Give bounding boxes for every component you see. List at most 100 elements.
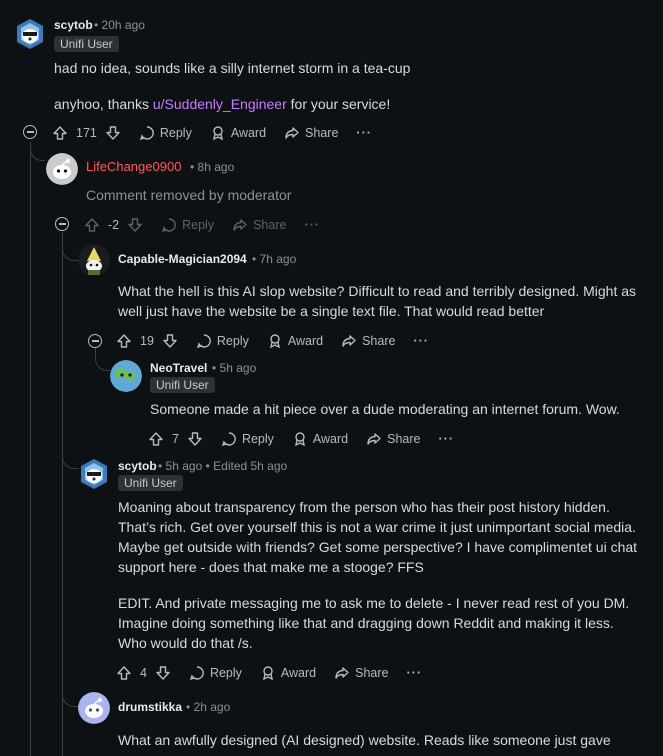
collapse-button[interactable]: [55, 217, 69, 231]
reply-button[interactable]: Reply: [161, 217, 214, 233]
reply-button[interactable]: Reply: [196, 333, 249, 349]
default-snoo-icon: [78, 692, 110, 724]
avatar[interactable]: [78, 458, 110, 490]
comment-paragraph: anyhoo, thanks u/Suddenly_Engineer for y…: [54, 96, 391, 112]
thread-line-root: [30, 142, 31, 756]
thread-connector: [95, 348, 110, 371]
comment-username[interactable]: LifeChange0900: [86, 159, 181, 174]
award-icon: [294, 432, 305, 447]
separator: •: [94, 18, 99, 32]
comment-username[interactable]: drumstikka: [118, 700, 182, 714]
comment-paragraph: EDIT. And private messaging me to ask me…: [118, 595, 630, 651]
avatar[interactable]: [78, 244, 110, 276]
share-icon: [367, 433, 381, 445]
comment-paragraph: had no idea, sounds like a silly interne…: [54, 60, 411, 76]
share-button[interactable]: Share: [341, 333, 395, 349]
vote-group: 19: [116, 333, 178, 349]
award-button[interactable]: Award: [267, 333, 323, 349]
more-options-button[interactable]: ···: [356, 126, 372, 140]
snoo-avatar-icon: [17, 19, 43, 49]
share-icon: [335, 667, 349, 679]
comment-actions: 171 Reply Award Share ···: [52, 121, 372, 145]
award-icon: [269, 334, 280, 349]
thread-line-l1: [62, 232, 63, 756]
comment-actions: 19 Reply Award Share ···: [116, 329, 429, 353]
downvote-icon[interactable]: [162, 333, 178, 349]
reply-button[interactable]: Reply: [139, 125, 192, 141]
comment-time[interactable]: 7h ago: [260, 252, 297, 266]
thread-connector: [62, 232, 79, 261]
comment-body: What the hell is this AI slop website? D…: [118, 283, 637, 319]
share-icon: [342, 335, 356, 347]
vote-group: 171: [52, 125, 121, 141]
user-flair: Unifi User: [54, 36, 119, 52]
comment-meta: • 8h ago: [190, 160, 234, 174]
user-flair: Unifi User: [150, 377, 215, 393]
vote-group: 4: [116, 665, 171, 681]
upvote-icon[interactable]: [116, 333, 132, 349]
comment-username[interactable]: scytob: [118, 459, 157, 473]
comment-icon: [221, 432, 236, 447]
vote-score: 19: [140, 334, 154, 348]
separator: •: [190, 160, 195, 174]
comment-actions: -2 Reply Share ···: [84, 213, 320, 237]
more-options-button[interactable]: ···: [413, 334, 429, 348]
comment-meta: • 7h ago: [252, 252, 296, 266]
more-options-button[interactable]: ···: [407, 666, 423, 680]
comment-icon: [139, 126, 154, 141]
more-options-button[interactable]: ···: [304, 218, 320, 232]
award-icon: [212, 126, 223, 141]
downvote-icon[interactable]: [155, 665, 171, 681]
award-button[interactable]: Award: [210, 125, 266, 141]
comment-time[interactable]: 2h ago: [194, 700, 231, 714]
separator: •: [252, 252, 257, 266]
comment-username[interactable]: scytob: [54, 18, 93, 32]
vote-score: 4: [140, 666, 147, 680]
comment-body: What an awfully designed (AI designed) w…: [118, 732, 611, 748]
upvote-icon[interactable]: [148, 431, 164, 447]
avatar[interactable]: [78, 692, 110, 724]
thread-connector: [62, 448, 79, 469]
comment-username[interactable]: Capable-Magician2094: [118, 252, 247, 266]
comment-username[interactable]: NeoTravel: [150, 361, 207, 375]
share-button[interactable]: Share: [284, 125, 338, 141]
comment-paragraph: Moaning about transparency from the pers…: [118, 499, 638, 575]
comment-body: had no idea, sounds like a silly interne…: [54, 58, 644, 114]
comment-meta: • 5h ago: [212, 361, 256, 375]
award-icon: [262, 666, 273, 681]
reply-button[interactable]: Reply: [221, 431, 274, 447]
award-button[interactable]: Award: [292, 431, 348, 447]
downvote-icon[interactable]: [127, 217, 143, 233]
avatar[interactable]: [14, 18, 46, 50]
avatar[interactable]: [110, 360, 142, 392]
share-button[interactable]: Share: [334, 665, 389, 681]
upvote-icon[interactable]: [116, 665, 132, 681]
edited-label: Edited 5h ago: [213, 459, 288, 473]
comment-time[interactable]: 20h ago: [102, 18, 145, 32]
user-flair: Unifi User: [118, 475, 183, 491]
comment-time[interactable]: 5h ago: [220, 361, 257, 375]
upvote-icon[interactable]: [52, 125, 68, 141]
reply-button[interactable]: Reply: [189, 665, 242, 681]
comment-icon: [162, 218, 177, 233]
collapse-button[interactable]: [88, 334, 102, 348]
avatar[interactable]: [46, 153, 78, 185]
user-mention-link[interactable]: u/Suddenly_Engineer: [153, 96, 287, 112]
share-button[interactable]: Share: [232, 217, 286, 233]
downvote-icon[interactable]: [187, 431, 203, 447]
downvote-icon[interactable]: [105, 125, 121, 141]
award-button[interactable]: Award: [260, 665, 316, 681]
comment-actions: 7 Reply Award Share ···: [148, 427, 454, 451]
comment-time[interactable]: 8h ago: [198, 160, 235, 174]
separator: •: [186, 700, 191, 714]
comment-meta: • 2h ago: [186, 700, 230, 714]
wizard-avatar-icon: [78, 244, 110, 276]
share-button[interactable]: Share: [366, 431, 421, 447]
more-options-button[interactable]: ···: [439, 432, 455, 446]
comment-meta: • 5h ago • Edited 5h ago: [158, 459, 287, 473]
comment-actions: 4 Reply Award Share ···: [116, 661, 422, 685]
comment-time[interactable]: 5h ago: [166, 459, 203, 473]
collapse-button[interactable]: [23, 125, 37, 139]
thread-connector: [62, 682, 79, 707]
upvote-icon[interactable]: [84, 217, 100, 233]
